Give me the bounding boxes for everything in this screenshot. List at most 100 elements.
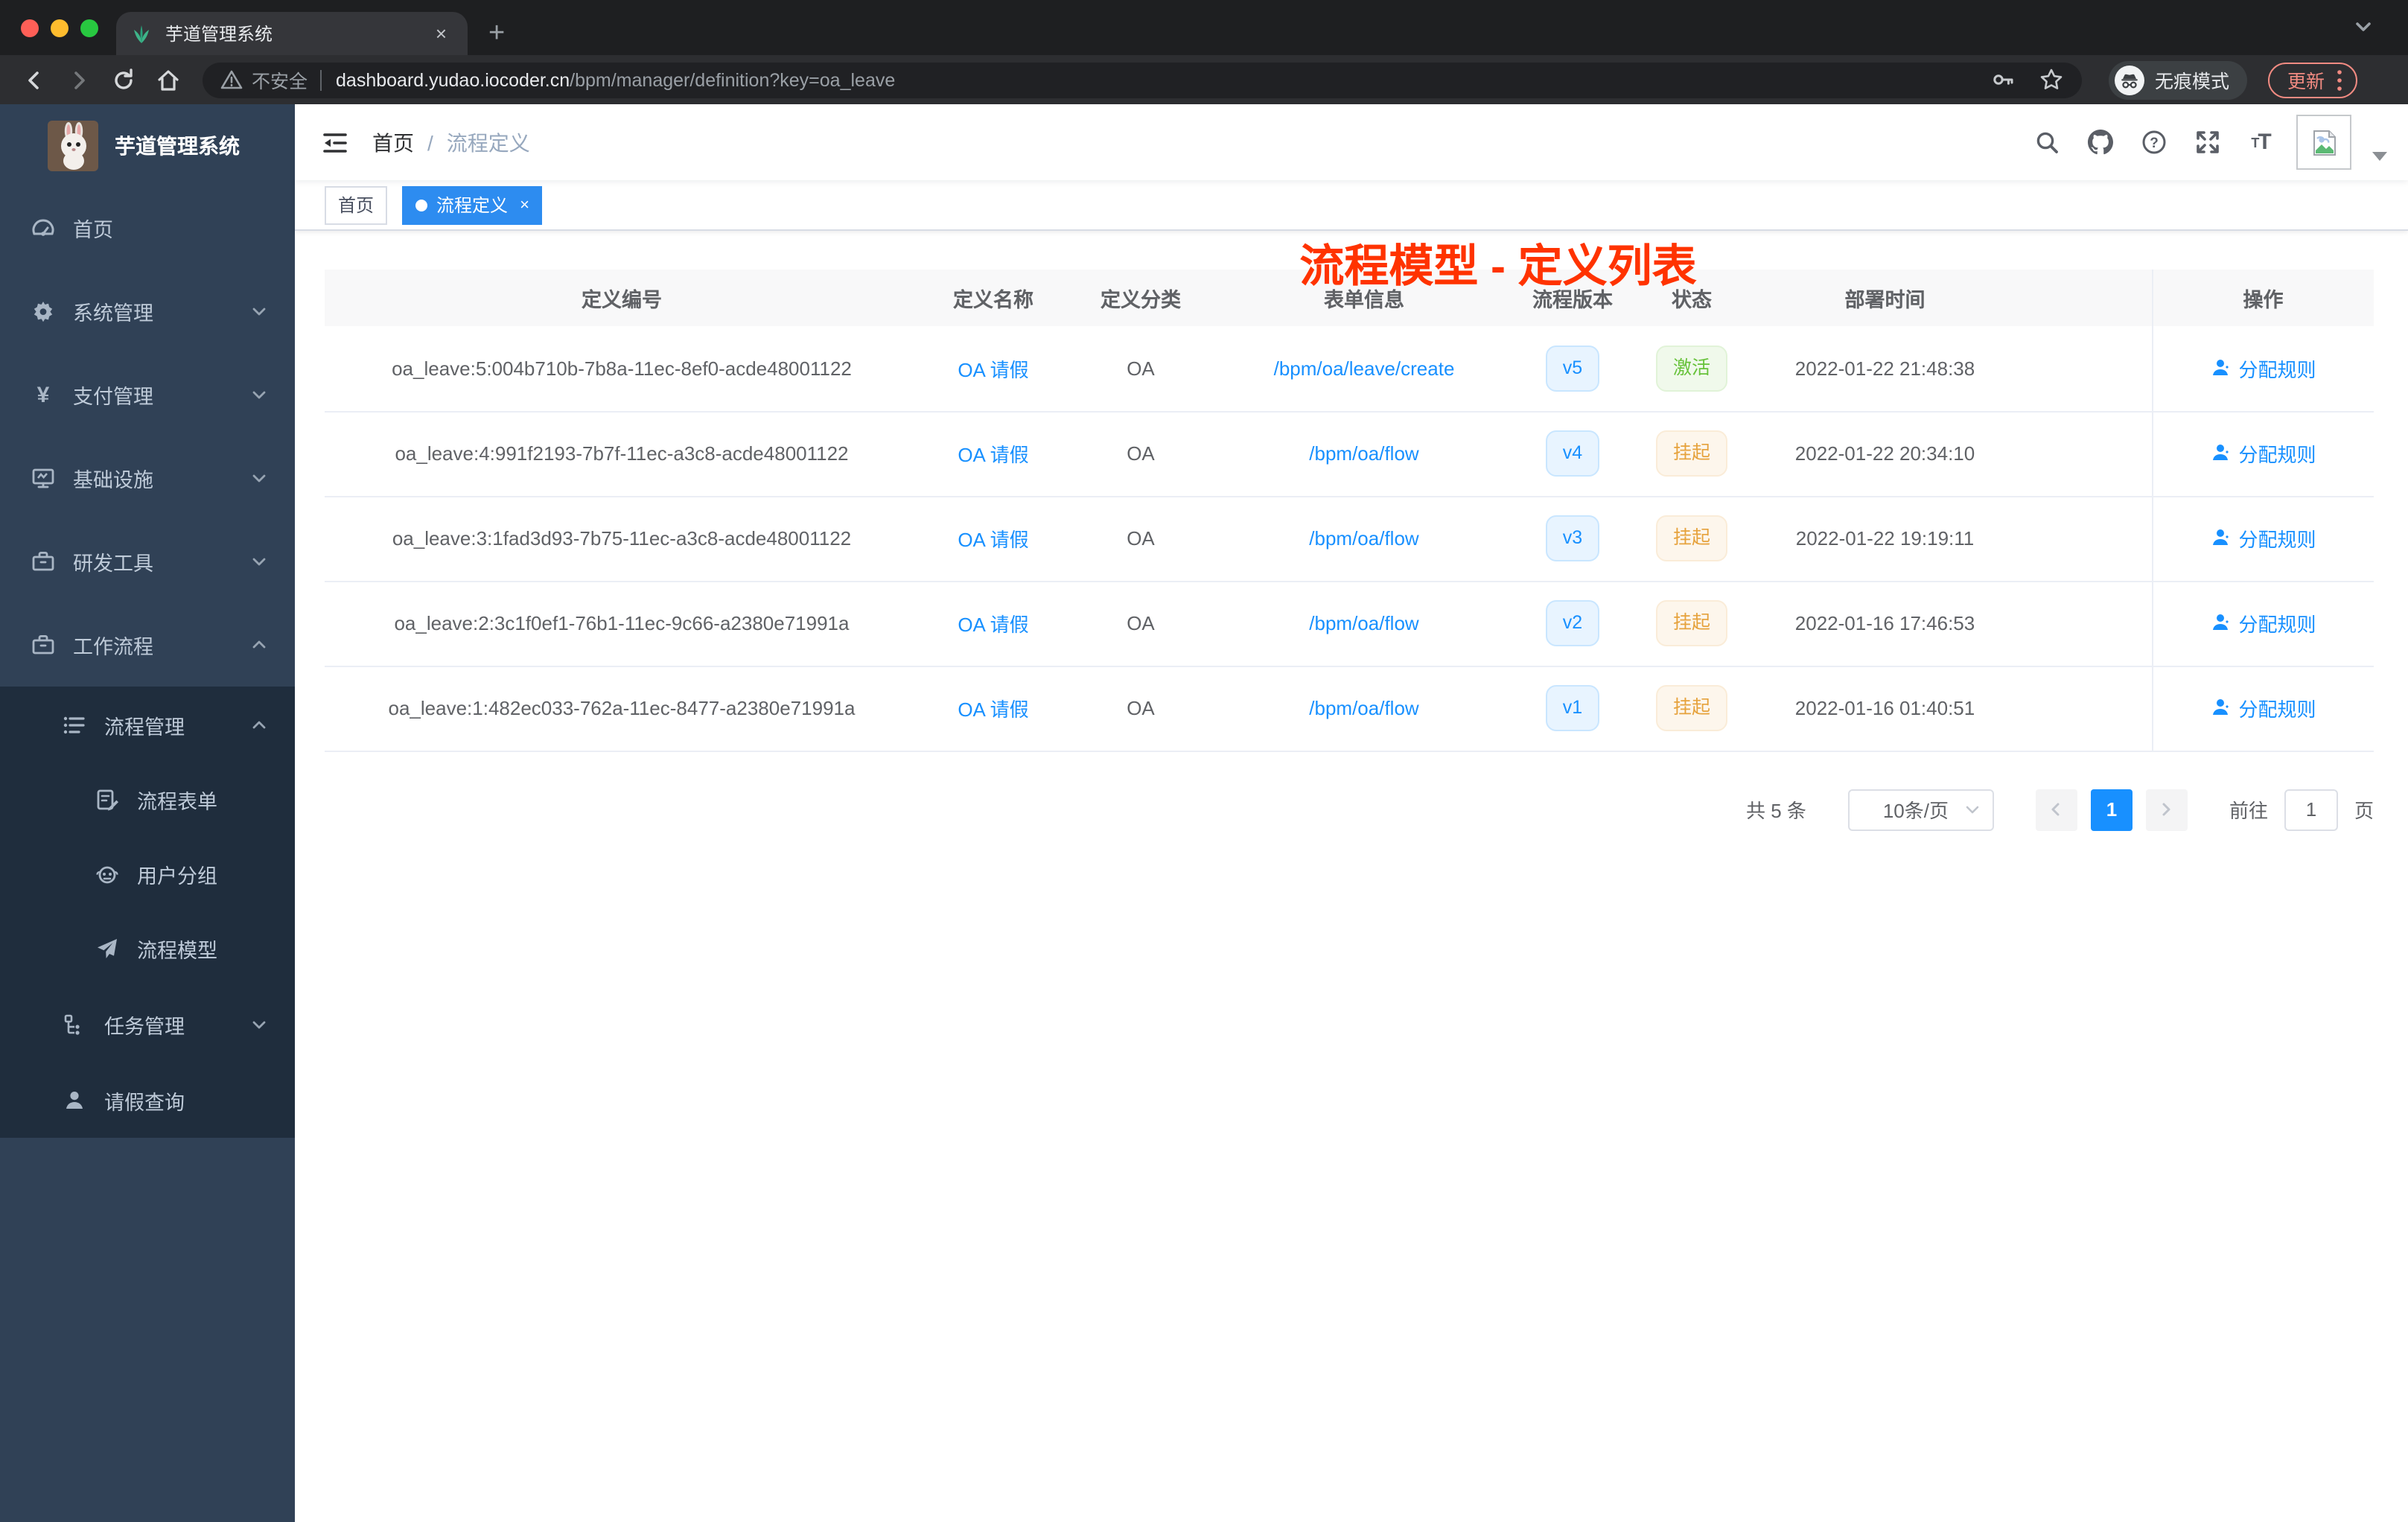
prev-page-button[interactable] [2035,789,2077,830]
person-icon [2210,357,2231,378]
status-cell: 挂起 [1631,496,1753,582]
column-header: 定义名称 [919,270,1068,326]
table-row: oa_leave:2:3c1f0ef1-76b1-11ec-9c66-a2380… [325,581,2374,666]
sidebar-item-5[interactable]: 研发工具 [0,520,295,603]
breadcrumb-home[interactable]: 首页 [372,127,414,157]
status-cell: 挂起 [1631,581,1753,666]
actions-cell: 分配规则 [2151,326,2374,412]
github-icon[interactable] [2082,124,2118,160]
sidebar: 芋道管理系统 首页 系统管理 ¥ 支付管理 基础设施 研发工具 工作流程 流程管理… [0,104,295,1522]
form-info-link[interactable]: /bpm/oa/leave/create [1274,357,1455,380]
status-cell: 挂起 [1631,666,1753,751]
column-header: 部署时间 [1753,270,2152,326]
sidebar-item-12[interactable]: 请假查询 [0,1062,295,1138]
avatar-caret-down-icon[interactable] [2372,152,2387,161]
table-row: oa_leave:3:1fad3d93-7b75-11ec-a3c8-acde4… [325,496,2374,582]
definition-name-link[interactable]: OA 请假 [958,529,1028,551]
definition-name-link[interactable]: OA 请假 [958,698,1028,721]
person-icon [2210,443,2231,464]
sidebar-item-2[interactable]: 系统管理 [0,270,295,353]
maximize-window-button[interactable] [80,19,98,37]
sidebar-item-10[interactable]: 流程模型 [0,911,295,986]
form-info-link[interactable]: /bpm/oa/flow [1309,527,1418,550]
sidebar-item-9[interactable]: 用户分组 [0,837,295,911]
chevron-down-icon [250,386,268,404]
font-size-icon[interactable]: TT [2243,124,2278,160]
definition-name-link[interactable]: OA 请假 [958,359,1028,381]
minimize-window-button[interactable] [51,19,69,37]
goto-page-input[interactable]: 1 [2284,789,2338,830]
assign-rule-link[interactable]: 分配规则 [2210,694,2316,722]
incognito-badge: 无痕模式 [2109,60,2248,99]
page-size-select[interactable]: 10条/页 [1847,789,1994,830]
form-info-cell: /bpm/oa/flow [1214,666,1514,751]
form-info-link[interactable]: /bpm/oa/flow [1309,697,1418,719]
assign-rule-link[interactable]: 分配规则 [2210,354,2316,382]
sidebar-item-1[interactable]: 首页 [0,186,295,270]
definition-id-cell: oa_leave:4:991f2193-7b7f-11ec-a3c8-acde4… [325,411,919,497]
tab-search-chevron-icon[interactable] [2351,15,2375,39]
form-info-link[interactable]: /bpm/oa/flow [1309,442,1418,465]
close-window-button[interactable] [21,19,39,37]
breadcrumb: 首页 / 流程定义 [372,127,530,157]
deploy-time-cell: 2022-01-22 20:34:10 [1753,411,2152,497]
address-bar[interactable]: 不安全 dashboard.yudao.iocoder.cn /bpm/mana… [203,62,2082,98]
definition-name-cell: OA 请假 [919,496,1068,582]
sidebar-item-7[interactable]: 流程管理 [0,687,295,762]
browser-update-button[interactable]: 更新 [2268,62,2358,98]
sidebar-item-3[interactable]: ¥ 支付管理 [0,353,295,436]
form-info-link[interactable]: /bpm/oa/flow [1309,612,1418,634]
tag-label: 首页 [338,195,375,216]
bookmark-star-icon[interactable] [2039,67,2064,92]
browser-menu-dots-icon[interactable] [2337,68,2342,92]
sidebar-item-6[interactable]: 工作流程 [0,603,295,687]
forward-icon[interactable] [60,60,98,99]
fullscreen-icon[interactable] [2189,124,2225,160]
definition-name-link[interactable]: OA 请假 [958,614,1028,636]
version-badge: v5 [1546,346,1599,391]
page-number-1[interactable]: 1 [2090,789,2133,830]
new-tab-button[interactable]: + [488,19,505,48]
next-page-button[interactable] [2145,789,2188,830]
definition-id-cell: oa_leave:2:3c1f0ef1-76b1-11ec-9c66-a2380… [325,581,919,666]
close-tag-icon[interactable]: × [520,196,529,214]
help-icon[interactable]: ? [2135,124,2171,160]
sidebar-logo[interactable]: 芋道管理系统 [0,104,295,186]
assign-rule-link[interactable]: 分配规则 [2210,524,2316,553]
status-badge: 挂起 [1656,430,1727,477]
person-icon [2210,698,2231,719]
home-icon[interactable] [149,60,188,99]
sidebar-item-11[interactable]: 任务管理 [0,986,295,1062]
svg-text:?: ? [2149,136,2158,151]
version-badge: v3 [1546,515,1599,561]
window-controls[interactable] [21,19,98,37]
reload-icon[interactable] [104,60,143,99]
actions-cell: 分配规则 [2151,411,2374,497]
back-icon[interactable] [15,60,54,99]
sidebar-item-label: 流程模型 [137,940,217,962]
avatar[interactable] [2296,115,2351,170]
search-icon[interactable] [2028,124,2064,160]
password-key-icon[interactable] [1990,67,2015,92]
chevron-down-icon [250,302,268,320]
definition-name-link[interactable]: OA 请假 [958,444,1028,466]
goto-label: 前往 [2229,800,2268,822]
tag-2[interactable]: 流程定义 × [402,185,543,224]
status-cell: 挂起 [1631,411,1753,497]
update-label: 更新 [2287,71,2325,92]
sidebar-item-8[interactable]: 流程表单 [0,762,295,837]
close-tab-icon[interactable]: × [430,22,453,45]
sidebar-item-label: 任务管理 [104,1015,185,1037]
assign-rule-link[interactable]: 分配规则 [2210,439,2316,468]
sidebar-item-label: 请假查询 [104,1091,185,1113]
column-header: 操作 [2151,270,2374,326]
gauge-icon [31,216,55,240]
assign-rule-link[interactable]: 分配规则 [2210,609,2316,637]
version-badge: v4 [1546,430,1599,477]
definition-id-cell: oa_leave:1:482ec033-762a-11ec-8477-a2380… [325,666,919,751]
browser-tab[interactable]: 芋道管理系统 × [116,12,468,55]
sidebar-item-4[interactable]: 基础设施 [0,436,295,520]
tag-1[interactable]: 首页 [325,185,388,224]
version-cell: v2 [1514,581,1631,666]
collapse-sidebar-icon[interactable] [295,130,372,154]
